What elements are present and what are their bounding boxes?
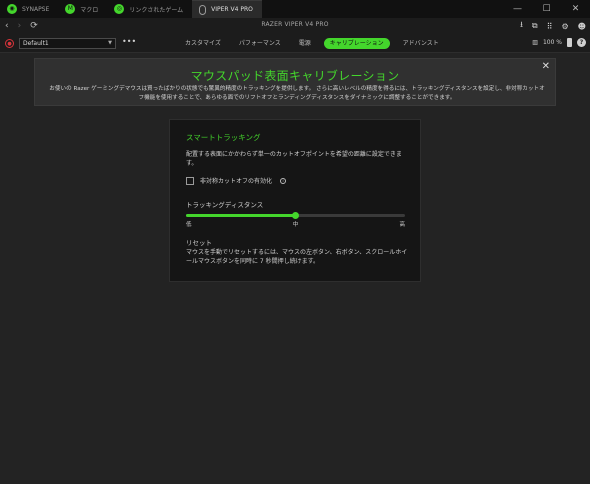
device-title: RAZER VIPER V4 PRO	[261, 21, 329, 28]
account-icon[interactable]: ☻	[578, 22, 586, 31]
reset-title: リセット	[186, 239, 212, 247]
profile-status-icon: ●	[5, 39, 14, 48]
app-tab-strip: ◉ SYNAPSE M マクロ ◎ リンクされたゲーム VIPER V4 PRO…	[0, 0, 590, 18]
smart-tracking-description: 配置する表面にかかわらず単一のカットオフポイントを希望の距離に設定できます。	[186, 151, 402, 167]
slider-fill	[186, 214, 296, 217]
apps-grid-icon[interactable]: ⠿	[547, 22, 553, 31]
device-status: ▥ 100 % ?	[532, 38, 586, 47]
tab-calibration[interactable]: キャリブレーション	[323, 38, 390, 49]
tab-linked-games-label: リンクされたゲーム	[129, 6, 184, 14]
title-toolbar: ⭳ ⧉ ⠿ ⚙ ☻	[520, 18, 586, 34]
tab-macro[interactable]: M マクロ	[58, 0, 107, 18]
tab-viper-v4-pro-label: VIPER V4 PRO	[211, 6, 253, 13]
synapse-icon: ◉	[7, 4, 17, 14]
close-window-button[interactable]: ✕	[561, 0, 590, 18]
tick-mid: 中	[292, 222, 299, 228]
slider-ticks: 低 中 高	[186, 220, 405, 228]
linked-games-icon: ◎	[114, 4, 125, 14]
profile-select-value: Default1	[23, 40, 49, 47]
windows-icon[interactable]: ⧉	[532, 21, 538, 31]
chevron-down-icon: ▼	[108, 40, 112, 46]
tab-power[interactable]: 電源	[294, 38, 316, 49]
tab-synapse[interactable]: ◉ SYNAPSE	[0, 0, 58, 18]
smart-tracking-card: スマートトラッキング 配置する表面にかかわらず単一のカットオフポイントを希望の距…	[169, 119, 421, 282]
asymmetric-cutoff-checkbox[interactable]	[186, 176, 194, 185]
smart-tracking-title: スマートトラッキング	[186, 133, 261, 142]
banner-description: お使いの Razer ゲーミングデマウスは買ったばかりの状態でも驚異的精度のトラ…	[49, 86, 545, 101]
tab-macro-label: マクロ	[80, 6, 99, 14]
profile-select[interactable]: Default1 ▼	[19, 38, 116, 49]
window-controls: — ☐ ✕	[503, 0, 590, 18]
tab-linked-games[interactable]: ◎ リンクされたゲーム	[107, 0, 192, 18]
download-icon[interactable]: ⭳	[520, 19, 523, 33]
tab-customize[interactable]: カスタマイズ	[180, 38, 226, 49]
tracking-distance-label: トラッキングディスタンス	[186, 201, 264, 209]
tick-low: 低	[186, 222, 192, 228]
calibration-banner: マウスパッド表面キャリブレーション お使いの Razer ゲーミングデマウスは買…	[34, 58, 556, 106]
tab-advanced[interactable]: アドバンスト	[398, 38, 444, 49]
info-icon[interactable]: i	[280, 177, 287, 184]
profile-more-button[interactable]: •••	[122, 37, 136, 46]
mouse-icon	[199, 4, 207, 15]
slider-thumb[interactable]	[292, 212, 299, 219]
minimize-button[interactable]: —	[503, 0, 532, 18]
title-bar: ‹ › ⟳ RAZER VIPER V4 PRO ⭳ ⧉ ⠿ ⚙ ☻	[0, 18, 590, 34]
battery-level: 100 %	[542, 39, 562, 46]
asymmetric-cutoff-label: 非対称カットオフの有効化	[200, 178, 273, 185]
banner-title: マウスパッド表面キャリブレーション	[190, 69, 400, 83]
maximize-button[interactable]: ☐	[532, 0, 561, 18]
tracking-distance-slider[interactable]	[186, 212, 405, 219]
profile-toolbar: ● Default1 ▼ ••• カスタマイズ パフォーマンス 電源 キャリブレ…	[0, 34, 590, 53]
tab-viper-v4-pro[interactable]: VIPER V4 PRO	[192, 0, 262, 18]
tab-performance[interactable]: パフォーマンス	[234, 38, 286, 49]
close-icon[interactable]: ✕	[542, 61, 550, 72]
tick-high: 高	[399, 222, 405, 228]
book-icon[interactable]: ▥	[532, 39, 538, 46]
settings-gear-icon[interactable]: ⚙	[561, 22, 568, 31]
tab-synapse-label: SYNAPSE	[22, 5, 50, 13]
asymmetric-cutoff-checkbox-row[interactable]: 非対称カットオフの有効化 i	[186, 176, 287, 185]
battery-icon	[567, 38, 572, 47]
section-tabs: カスタマイズ パフォーマンス 電源 キャリブレーション アドバンスト	[180, 38, 444, 49]
help-icon[interactable]: ?	[577, 38, 586, 47]
reset-description: マウスを手動でリセットするには、マウスの左ボタン、右ボタン、スクロールホイールマ…	[186, 249, 408, 265]
macro-icon: M	[65, 4, 76, 14]
